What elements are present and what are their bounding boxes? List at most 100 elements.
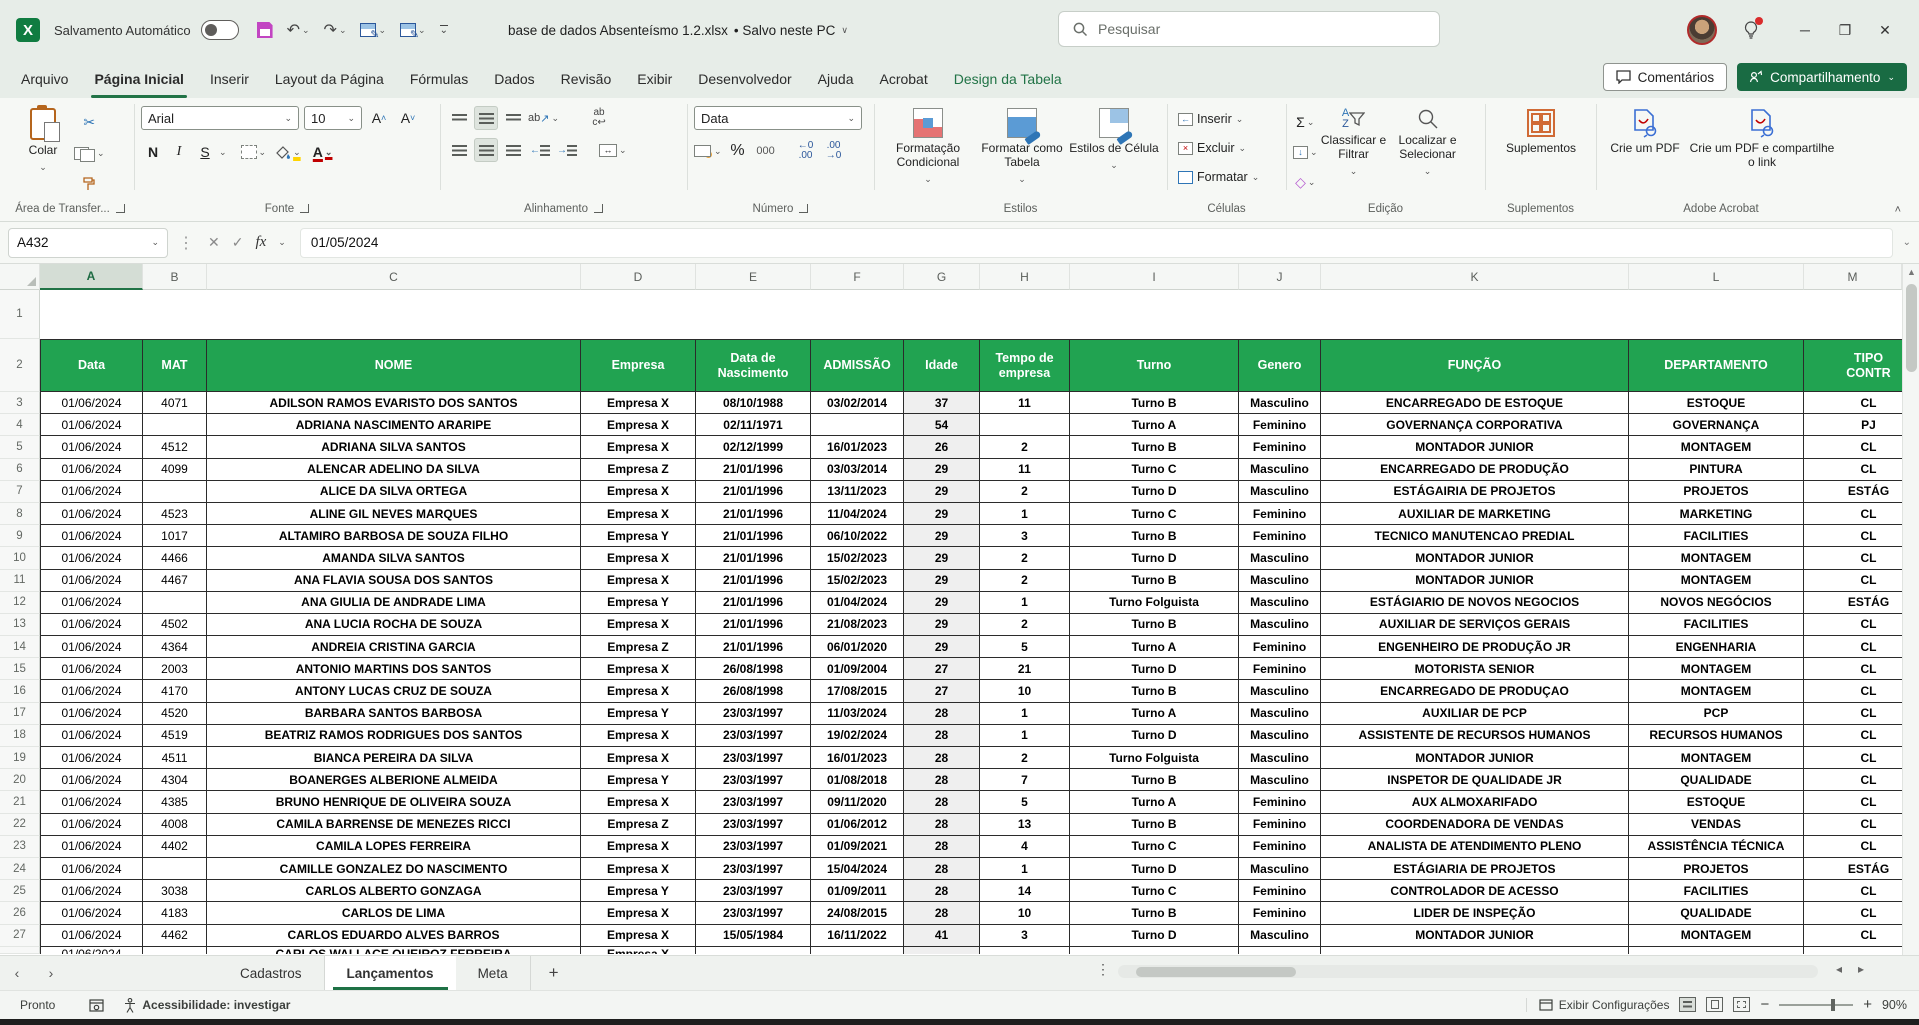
tab-ajuda[interactable]: Ajuda bbox=[805, 60, 867, 98]
cell[interactable]: Empresa X bbox=[581, 503, 696, 525]
cell[interactable]: 21/01/1996 bbox=[696, 503, 811, 525]
cell[interactable] bbox=[1321, 947, 1629, 954]
row-number-9[interactable]: 9 bbox=[0, 525, 40, 547]
column-header-A[interactable]: A bbox=[40, 264, 143, 290]
cell[interactable]: Empresa Y bbox=[581, 880, 696, 902]
cell[interactable]: MONTAGEM bbox=[1629, 747, 1804, 769]
zoom-knob[interactable] bbox=[1831, 999, 1835, 1011]
cell[interactable]: COORDENADORA DE VENDAS bbox=[1321, 814, 1629, 836]
cell[interactable]: 01/08/2018 bbox=[811, 769, 904, 791]
cell[interactable]: 27 bbox=[904, 658, 980, 680]
cell[interactable]: 28 bbox=[904, 747, 980, 769]
create-pdf-share-button[interactable]: Crie um PDF e compartilhe o link bbox=[1687, 102, 1837, 196]
cell[interactable]: MOTORISTA SENIOR bbox=[1321, 658, 1629, 680]
paste-button[interactable]: Colar ⌄ bbox=[12, 102, 74, 196]
cell[interactable]: CONTROLADOR DE ACESSO bbox=[1321, 880, 1629, 902]
cell[interactable]: AUXILIAR DE MARKETING bbox=[1321, 503, 1629, 525]
display-settings-button[interactable]: Exibir Configurações bbox=[1526, 998, 1670, 1012]
cell[interactable]: 11 bbox=[980, 459, 1070, 481]
cell[interactable]: Turno D bbox=[1070, 658, 1239, 680]
cell[interactable]: CL bbox=[1804, 658, 1902, 680]
decrease-font-icon[interactable]: A˅ bbox=[396, 106, 420, 130]
cell[interactable]: 2003 bbox=[143, 658, 207, 680]
cell[interactable]: 01/04/2024 bbox=[811, 592, 904, 614]
cell[interactable]: 3 bbox=[980, 925, 1070, 947]
draw-table-icon[interactable]: ⌄ bbox=[360, 23, 386, 37]
cell[interactable]: 11/04/2024 bbox=[811, 503, 904, 525]
cell[interactable]: BARBARA SANTOS BARBOSA bbox=[207, 703, 581, 725]
sheet-tab-cadastros[interactable]: Cadastros bbox=[218, 956, 325, 990]
cell[interactable]: Turno C bbox=[1070, 503, 1239, 525]
cell[interactable]: Empresa Y bbox=[581, 592, 696, 614]
cell[interactable]: Turno Folguista bbox=[1070, 592, 1239, 614]
cell[interactable]: Turno D bbox=[1070, 725, 1239, 747]
cell[interactable]: BOANERGES ALBERIONE ALMEIDA bbox=[207, 769, 581, 791]
increase-font-icon[interactable]: A˄ bbox=[367, 106, 391, 130]
cell[interactable]: 21/01/1996 bbox=[696, 525, 811, 547]
cell[interactable]: 29 bbox=[904, 503, 980, 525]
cell[interactable]: PROJETOS bbox=[1629, 481, 1804, 503]
draw-borders-icon[interactable]: ⌄ bbox=[400, 23, 426, 37]
cell[interactable]: 06/10/2022 bbox=[811, 525, 904, 547]
cell[interactable]: 11/03/2024 bbox=[811, 703, 904, 725]
cell[interactable]: CL bbox=[1804, 791, 1902, 813]
scroll-up-icon[interactable]: ▲ bbox=[1903, 264, 1919, 280]
cell[interactable]: 5 bbox=[980, 636, 1070, 658]
expand-formula-bar-icon[interactable]: ⌄ bbox=[1903, 237, 1911, 248]
cell[interactable]: Masculino bbox=[1239, 680, 1321, 702]
cell[interactable]: 28 bbox=[904, 902, 980, 924]
dialog-launcher-icon[interactable] bbox=[594, 204, 603, 213]
cell[interactable]: NOVOS NEGÓCIOS bbox=[1629, 592, 1804, 614]
table-header-cell[interactable]: NOME bbox=[207, 339, 581, 392]
redo-icon[interactable]: ↷⌄ bbox=[324, 20, 347, 40]
fill-color-button[interactable]: ⌄ bbox=[276, 140, 301, 164]
cell[interactable]: 01/06/2024 bbox=[40, 503, 143, 525]
cell[interactable]: 2 bbox=[980, 570, 1070, 592]
font-color-button[interactable]: A⌄ bbox=[311, 140, 335, 164]
cell[interactable]: MONTADOR JUNIOR bbox=[1321, 436, 1629, 458]
cancel-icon[interactable]: ✕ bbox=[208, 234, 220, 251]
cell[interactable]: CARLOS DE LIMA bbox=[207, 902, 581, 924]
row-number-12[interactable]: 12 bbox=[0, 592, 40, 614]
cell[interactable]: PROJETOS bbox=[1629, 858, 1804, 880]
cell[interactable]: 4512 bbox=[143, 436, 207, 458]
tab-acrobat[interactable]: Acrobat bbox=[866, 60, 940, 98]
cell[interactable]: 21/01/1996 bbox=[696, 614, 811, 636]
cell[interactable]: 4520 bbox=[143, 703, 207, 725]
cell[interactable]: CL bbox=[1804, 570, 1902, 592]
align-middle-icon[interactable] bbox=[474, 106, 498, 130]
cell[interactable]: CL bbox=[1804, 925, 1902, 947]
row-number-14[interactable]: 14 bbox=[0, 636, 40, 658]
cell[interactable]: 4170 bbox=[143, 680, 207, 702]
cell[interactable]: 4364 bbox=[143, 636, 207, 658]
vertical-scrollbar[interactable]: ▲ bbox=[1902, 264, 1919, 955]
column-header-K[interactable]: K bbox=[1321, 264, 1629, 290]
collapse-ribbon-icon[interactable]: ˄ bbox=[1895, 204, 1901, 216]
fill-icon[interactable]: ↓⌄ bbox=[1293, 140, 1318, 164]
column-header-J[interactable]: J bbox=[1239, 264, 1321, 290]
cell[interactable]: MONTADOR JUNIOR bbox=[1321, 570, 1629, 592]
row-number-28[interactable] bbox=[0, 947, 40, 954]
cell[interactable]: Masculino bbox=[1239, 481, 1321, 503]
cell[interactable]: 16/11/2022 bbox=[811, 925, 904, 947]
cell[interactable]: GOVERNANÇA CORPORATIVA bbox=[1321, 414, 1629, 436]
cell[interactable]: 14 bbox=[980, 880, 1070, 902]
row-number-10[interactable]: 10 bbox=[0, 547, 40, 569]
cell[interactable]: 3 bbox=[980, 525, 1070, 547]
enter-icon[interactable]: ✓ bbox=[232, 234, 244, 251]
row-number-5[interactable]: 5 bbox=[0, 436, 40, 458]
align-bottom-icon[interactable] bbox=[501, 106, 525, 130]
column-header-D[interactable]: D bbox=[581, 264, 696, 290]
cell[interactable]: 3038 bbox=[143, 880, 207, 902]
cell[interactable]: ESTÁG bbox=[1804, 481, 1902, 503]
cell[interactable]: Turno D bbox=[1070, 547, 1239, 569]
cell[interactable]: Feminino bbox=[1239, 902, 1321, 924]
cell[interactable]: ALICE DA SILVA ORTEGA bbox=[207, 481, 581, 503]
cell[interactable]: CL bbox=[1804, 703, 1902, 725]
cell[interactable]: CL bbox=[1804, 680, 1902, 702]
align-center-icon[interactable] bbox=[474, 138, 498, 162]
increase-decimal-icon[interactable]: ←0.00 bbox=[794, 139, 818, 163]
name-box[interactable]: A432⌄ bbox=[8, 228, 168, 258]
cell[interactable]: CL bbox=[1804, 459, 1902, 481]
cell[interactable]: CAMILA BARRENSE DE MENEZES RICCI bbox=[207, 814, 581, 836]
